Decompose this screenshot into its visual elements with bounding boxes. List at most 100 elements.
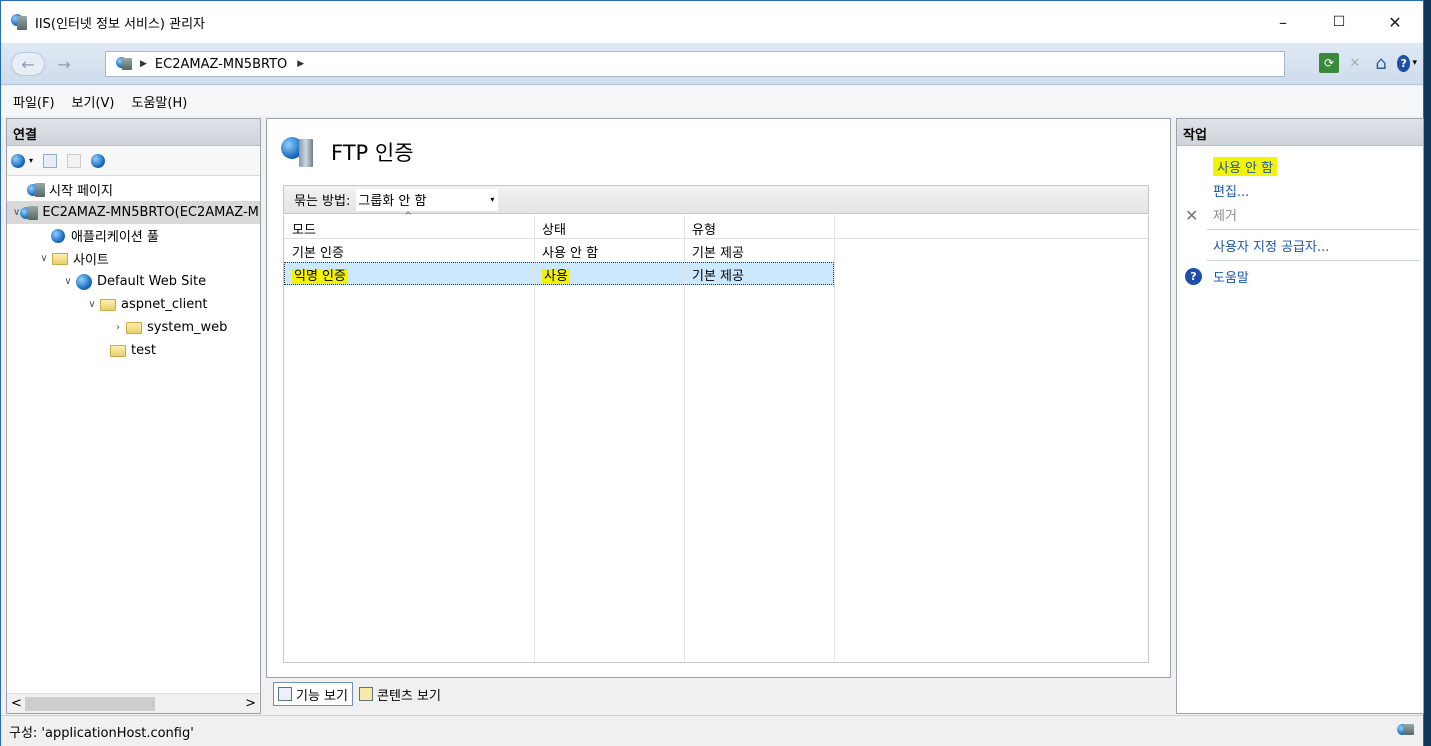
iis-app-icon — [11, 14, 29, 30]
tree-item-sites[interactable]: ∨ 사이트 — [7, 247, 260, 270]
refresh-icon[interactable]: ⟳ — [1319, 53, 1339, 73]
tree-label: 애플리케이션 풀 — [71, 230, 159, 245]
scroll-right-icon[interactable]: > — [245, 696, 256, 711]
menu-view[interactable]: 보기(V) — [72, 92, 115, 111]
forward-button[interactable]: → — [47, 52, 81, 76]
feature-header: FTP 인증 — [281, 135, 414, 169]
server-icon — [116, 57, 134, 71]
connections-panel: 연결 ▾ 시작 페이지 ∨ EC2AMAZ-MN5BRTO(EC2AMAZ-MN… — [6, 118, 261, 714]
breadcrumb-separator-icon[interactable]: ▶ — [140, 59, 147, 69]
tab-features-view[interactable]: 기능 보기 — [273, 682, 353, 706]
scroll-thumb[interactable] — [25, 697, 155, 711]
breadcrumb-chevron-icon[interactable]: ▶ — [297, 59, 304, 69]
window-title: IIS(인터넷 정보 서비스) 관리자 — [35, 16, 206, 32]
expand-chevron-icon[interactable]: ∨ — [37, 253, 51, 264]
status-server-icon — [1397, 724, 1415, 738]
action-disable[interactable]: 사용 안 함 — [1177, 154, 1423, 178]
cell-status: 사용 — [542, 269, 570, 284]
help-dropdown-button[interactable]: ? ▾ — [1397, 53, 1417, 73]
menu-file[interactable]: 파일(F) — [13, 92, 55, 111]
address-row: ← → ▶ EC2AMAZ-MN5BRTO ▶ ⟳ ✕ ⌂ ? ▾ — [1, 43, 1423, 85]
column-header-type[interactable]: 유형 — [684, 215, 834, 238]
divider — [1207, 260, 1419, 261]
tree-item-test[interactable]: test — [7, 339, 260, 362]
title-bar: IIS(인터넷 정보 서비스) 관리자 – ☐ ✕ — [1, 1, 1423, 43]
column-header-status[interactable]: 상태 — [534, 215, 684, 238]
website-globe-icon — [75, 273, 93, 290]
list-header: 모드 ^ 상태 유형 — [284, 211, 1148, 239]
menu-bar: 파일(F) 보기(V) 도움말(H) — [1, 86, 1423, 116]
action-remove: ✕ 제거 — [1185, 206, 1237, 225]
tab-content-view[interactable]: 콘텐츠 보기 — [355, 682, 445, 706]
tree-label: EC2AMAZ-MN5BRTO(EC2AMAZ-MN5BRTO\Administ… — [42, 205, 260, 220]
auth-list: 모드 ^ 상태 유형 기본 인증 사용 안 함 기본 제공 익명 인증 사용 기… — [283, 211, 1149, 663]
actions-header: 작업 — [1177, 119, 1423, 146]
breadcrumb-server[interactable]: EC2AMAZ-MN5BRTO — [155, 57, 287, 72]
tree-item-start-page[interactable]: 시작 페이지 — [7, 178, 260, 201]
ftp-auth-icon — [281, 135, 317, 169]
folder-icon — [125, 320, 143, 336]
save-icon[interactable] — [43, 153, 58, 168]
back-button[interactable]: ← — [11, 52, 45, 76]
home-icon[interactable]: ⌂ — [1371, 53, 1391, 74]
close-button[interactable]: ✕ — [1367, 1, 1423, 43]
cell-mode: 익명 인증 — [292, 269, 348, 284]
server-node-icon — [20, 205, 39, 221]
feature-panel: FTP 인증 묶는 방법: 그룹화 안 함 ▾ 모드 ^ 상태 유형 기본 인증… — [266, 118, 1171, 678]
sites-folder-icon — [51, 251, 69, 267]
start-page-icon — [27, 182, 45, 198]
connections-tree: 시작 페이지 ∨ EC2AMAZ-MN5BRTO(EC2AMAZ-MN5BRTO… — [7, 176, 260, 362]
divider — [1207, 229, 1419, 230]
dropdown-arrow-icon: ▾ — [1412, 58, 1417, 68]
maximize-button[interactable]: ☐ — [1311, 1, 1367, 43]
up-icon[interactable] — [67, 153, 82, 168]
group-by-bar: 묶는 방법: 그룹화 안 함 ▾ — [283, 185, 1149, 214]
tree-item-system-web[interactable]: › system_web — [7, 316, 260, 339]
tree-label: 시작 페이지 — [49, 184, 113, 199]
expand-chevron-icon[interactable]: ∨ — [61, 276, 75, 287]
status-bar: 구성: 'applicationHost.config' — [1, 715, 1423, 746]
tree-label: Default Web Site — [97, 274, 207, 289]
horizontal-scrollbar[interactable]: < > — [7, 693, 260, 713]
tree-label: test — [131, 343, 156, 358]
cell-type: 기본 제공 — [692, 269, 744, 284]
forward-arrow-icon: → — [57, 54, 71, 74]
connections-header: 연결 — [7, 119, 260, 146]
tree-item-app-pools[interactable]: 애플리케이션 풀 — [7, 224, 260, 247]
action-edit[interactable]: 편집... — [1177, 178, 1423, 202]
collapse-chevron-icon[interactable]: › — [111, 322, 125, 333]
stop-icon[interactable]: ✕ — [1345, 53, 1365, 73]
features-view-icon — [278, 687, 292, 701]
address-bar[interactable]: ▶ EC2AMAZ-MN5BRTO ▶ — [105, 51, 1285, 77]
help-icon: ? — [1397, 54, 1411, 72]
group-by-label: 묶는 방법: — [294, 194, 351, 209]
connect-dropdown-icon[interactable]: ▾ — [29, 156, 33, 165]
connections-toolbar: ▾ — [7, 146, 260, 176]
tree-label: aspnet_client — [121, 297, 208, 312]
tree-item-server[interactable]: ∨ EC2AMAZ-MN5BRTO(EC2AMAZ-MN5BRTO\Admini… — [7, 201, 260, 224]
connect-icon[interactable] — [11, 153, 25, 168]
expand-chevron-icon[interactable]: ∨ — [85, 299, 99, 310]
status-text: 구성: 'applicationHost.config' — [9, 725, 194, 741]
list-item[interactable]: 기본 인증 사용 안 함 기본 제공 — [284, 239, 1148, 262]
action-custom-providers[interactable]: 사용자 지정 공급자... — [1177, 233, 1423, 257]
tree-item-aspnet-client[interactable]: ∨ aspnet_client — [7, 293, 260, 316]
list-item-selected[interactable]: 익명 인증 사용 기본 제공 — [284, 262, 834, 285]
dropdown-arrow-icon: ▾ — [490, 195, 495, 204]
minimize-button[interactable]: – — [1255, 1, 1311, 43]
expand-chevron-icon[interactable]: ∨ — [13, 207, 20, 218]
action-help[interactable]: ? 도움말 — [1177, 264, 1423, 288]
view-tabs: 기능 보기 콘텐츠 보기 — [273, 682, 445, 706]
help-icon: ? — [1185, 268, 1202, 285]
group-by-dropdown[interactable]: 그룹화 안 함 ▾ — [356, 188, 499, 211]
content-view-icon — [358, 687, 373, 701]
cell-status: 사용 안 함 — [542, 246, 599, 261]
iis-manager-window: IIS(인터넷 정보 서비스) 관리자 – ☐ ✕ ← → ▶ EC2AMAZ-… — [0, 0, 1424, 746]
sort-ascending-icon: ^ — [404, 211, 413, 222]
tree-item-default-web-site[interactable]: ∨ Default Web Site — [7, 270, 260, 293]
folder-icon — [109, 343, 127, 359]
column-header-mode[interactable]: 모드 ^ — [284, 211, 534, 238]
disconnect-icon[interactable] — [91, 153, 106, 168]
menu-help[interactable]: 도움말(H) — [132, 92, 188, 111]
scroll-left-icon[interactable]: < — [11, 696, 22, 711]
